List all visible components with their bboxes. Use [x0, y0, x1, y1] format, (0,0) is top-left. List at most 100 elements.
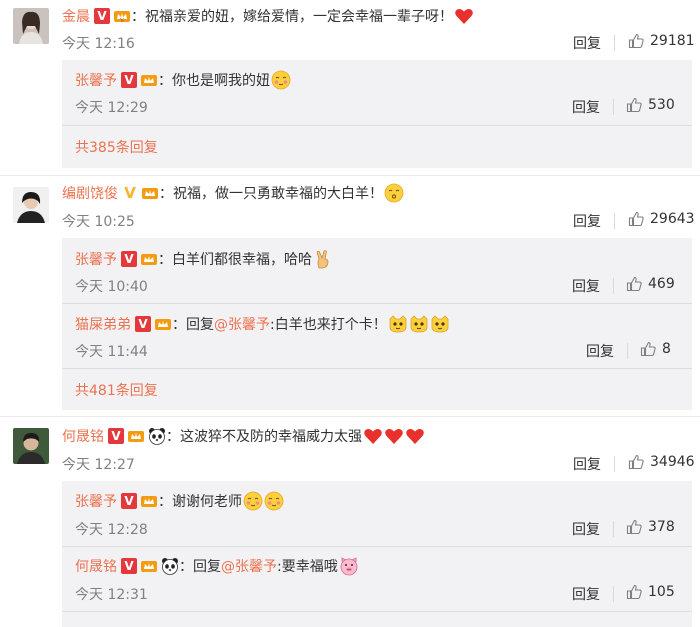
comment-text: 这波猝不及防的幸福威力太强 [180, 429, 362, 445]
divider [62, 303, 692, 304]
like-count: 29181 [650, 33, 695, 49]
heart-icon [384, 426, 404, 446]
divider [613, 99, 614, 115]
reply-item: 张馨予 V ： 白羊们都很幸福，哈哈 [75, 247, 333, 271]
like-count: 469 [648, 276, 675, 292]
thumbs-up-icon [626, 276, 642, 292]
heart-icon [363, 426, 383, 446]
colon: ： [179, 559, 193, 575]
colon: ： [131, 9, 145, 25]
like-button[interactable]: 34946 [628, 454, 695, 470]
reply-username[interactable]: 何晟铭 [75, 556, 117, 576]
thumbs-up-icon [626, 97, 642, 113]
avatar[interactable] [13, 8, 49, 44]
reply-text: :要幸福哦 [277, 559, 338, 575]
like-count: 105 [648, 584, 675, 600]
like-count: 530 [648, 97, 675, 113]
reply-button[interactable]: 回复 [573, 211, 601, 231]
cat-face-icon [409, 314, 429, 334]
more-replies-link[interactable]: 共481条回复 [75, 380, 158, 400]
reply-text: 谢谢何老师 [172, 494, 242, 510]
shy-face-icon [271, 70, 291, 90]
reply-button[interactable]: 回复 [572, 584, 600, 604]
crown-badge-icon [140, 558, 158, 574]
reply-item: 猫屎弟弟 V ： 回复 @张馨予 :白羊也来打个卡！ [75, 312, 450, 336]
like-button[interactable]: 378 [626, 519, 675, 535]
reply-username[interactable]: 张馨予 [75, 491, 117, 511]
divider [614, 35, 615, 51]
reply-text: 白羊们都很幸福，哈哈 [172, 252, 312, 268]
like-count: 378 [648, 519, 675, 535]
reply-time: 今天 12:31 [75, 587, 148, 603]
divider [62, 125, 692, 126]
pig-face-icon [339, 556, 359, 576]
reply-time: 今天 11:44 [75, 344, 148, 360]
reply-button[interactable]: 回复 [572, 276, 600, 296]
divider [62, 611, 692, 612]
crown-badge-icon: V [113, 8, 131, 24]
mention-link[interactable]: @张馨予 [221, 556, 277, 576]
like-count: 34946 [650, 454, 695, 470]
reply-button[interactable]: 回复 [572, 519, 600, 539]
thumbs-up-icon [626, 519, 642, 535]
reply-button[interactable]: 回复 [573, 454, 601, 474]
like-button[interactable]: 469 [626, 276, 675, 292]
svg-text:V: V [120, 18, 124, 24]
comment-divider [0, 416, 700, 417]
colon: ： [158, 252, 172, 268]
reply-button[interactable]: 回复 [586, 341, 614, 361]
verified-badge-icon: V [108, 428, 124, 444]
comment-username[interactable]: 何晟铭 [62, 426, 104, 446]
more-replies-link[interactable]: 共385条回复 [75, 137, 158, 157]
divider [627, 343, 628, 359]
reply-username[interactable]: 猫屎弟弟 [75, 314, 131, 334]
verified-badge-icon: V [121, 558, 137, 574]
kiss-face-icon [384, 183, 404, 203]
crown-badge-icon [154, 316, 172, 332]
avatar[interactable] [13, 428, 49, 464]
colon: ： [166, 429, 180, 445]
comment-username[interactable]: 编剧饶俊 [62, 183, 118, 203]
shy-face-icon [264, 491, 284, 511]
comment-text: 祝福亲爱的妞，嫁给爱情，一定会幸福一辈子呀！ [145, 9, 453, 25]
divider [614, 456, 615, 472]
divider [613, 278, 614, 294]
reply-username[interactable]: 张馨予 [75, 70, 117, 90]
comment-time: 今天 10:25 [62, 214, 135, 230]
divider [613, 586, 614, 602]
cat-face-icon [388, 314, 408, 334]
mention-link[interactable]: @张馨予 [214, 314, 270, 334]
thumbs-up-icon [628, 211, 644, 227]
reply-button[interactable]: 回复 [573, 33, 601, 53]
thumbs-up-icon [628, 33, 644, 49]
comment-text: 祝福，做一只勇敢幸福的大白羊！ [173, 186, 383, 202]
colon: ： [172, 317, 186, 333]
comment-time: 今天 12:27 [62, 457, 135, 473]
reply-item: 张馨予 V ： 你也是啊我的妞 [75, 68, 291, 92]
cat-face-icon [430, 314, 450, 334]
avatar[interactable] [13, 187, 49, 223]
comment-username[interactable]: 金晨 [62, 6, 90, 26]
verified-badge-icon: V [124, 184, 136, 202]
colon: ： [158, 494, 172, 510]
like-button[interactable]: 105 [626, 584, 675, 600]
verified-badge-icon: V [121, 72, 137, 88]
reply-item: 何晟铭 V ： 回复 @张馨予 :要幸福哦 [75, 554, 359, 578]
verified-badge-icon: V [121, 493, 137, 509]
divider [614, 213, 615, 229]
reply-text: 你也是啊我的妞 [172, 73, 270, 89]
verified-badge-icon: V [135, 316, 151, 332]
thumbs-up-icon [640, 341, 656, 357]
like-button[interactable]: 8 [640, 341, 671, 357]
colon: ： [159, 186, 173, 202]
reply-prefix: 回复 [193, 559, 221, 575]
crown-badge-icon [140, 72, 158, 88]
thumbs-up-icon [626, 584, 642, 600]
reply-button[interactable]: 回复 [572, 97, 600, 117]
like-button[interactable]: 29643 [628, 211, 695, 227]
verified-badge-icon: V [94, 8, 110, 24]
reply-username[interactable]: 张馨予 [75, 249, 117, 269]
like-button[interactable]: 29181 [628, 33, 695, 49]
like-count: 29643 [650, 211, 695, 227]
like-button[interactable]: 530 [626, 97, 675, 113]
